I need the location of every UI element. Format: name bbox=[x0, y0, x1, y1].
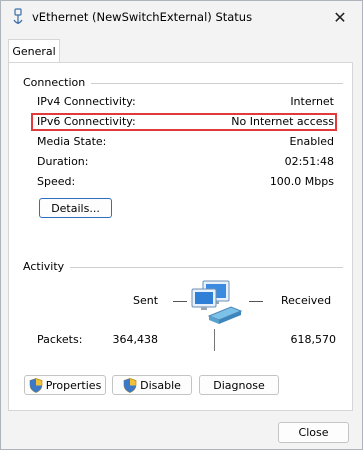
tab-strip: General bbox=[1, 38, 362, 62]
speed-value: 100.0 Mbps bbox=[269, 175, 334, 188]
status-dialog: vEthernet (NewSwitchExternal) Status ✕ G… bbox=[0, 0, 363, 450]
title-close-button[interactable]: ✕ bbox=[318, 1, 362, 33]
connection-row-ipv4: IPv4 Connectivity: Internet bbox=[37, 95, 334, 111]
diagnose-button-label: Diagnose bbox=[213, 378, 265, 392]
network-adapter-icon bbox=[13, 8, 23, 24]
packets-sent-value: 364,438 bbox=[112, 333, 159, 346]
connection-row-ipv6: IPv6 Connectivity: No Internet access bbox=[37, 115, 334, 131]
tab-general-label: General bbox=[12, 44, 56, 58]
duration-value: 02:51:48 bbox=[284, 155, 334, 168]
uac-shield-icon bbox=[29, 377, 43, 393]
disable-button[interactable]: Disable bbox=[112, 375, 192, 395]
close-button-label: Close bbox=[298, 426, 329, 439]
activity-separator bbox=[214, 329, 215, 351]
diagnose-button[interactable]: Diagnose bbox=[199, 375, 279, 395]
media-state-value: Enabled bbox=[289, 135, 334, 148]
close-button[interactable]: Close bbox=[278, 422, 349, 443]
sent-heading: Sent bbox=[133, 294, 159, 307]
details-button-label: Details... bbox=[51, 201, 100, 215]
ipv4-label: IPv4 Connectivity: bbox=[37, 95, 136, 108]
title-bar[interactable]: vEthernet (NewSwitchExternal) Status ✕ bbox=[1, 1, 362, 33]
duration-label: Duration: bbox=[37, 155, 89, 168]
packets-label: Packets: bbox=[37, 333, 83, 346]
network-computers-icon bbox=[191, 280, 243, 324]
properties-button-label: Properties bbox=[45, 378, 102, 392]
window-title: vEthernet (NewSwitchExternal) Status bbox=[32, 10, 253, 24]
connection-heading: Connection bbox=[23, 76, 92, 89]
packets-received-value: 618,570 bbox=[290, 333, 337, 346]
tab-general[interactable]: General bbox=[8, 39, 60, 62]
activity-divider bbox=[23, 267, 343, 268]
ipv4-value: Internet bbox=[290, 95, 334, 108]
received-heading: Received bbox=[281, 294, 332, 307]
disable-button-label: Disable bbox=[140, 378, 181, 392]
details-button[interactable]: Details... bbox=[39, 198, 112, 218]
connection-row-media-state: Media State: Enabled bbox=[37, 135, 334, 151]
received-dash bbox=[249, 301, 263, 302]
media-state-label: Media State: bbox=[37, 135, 107, 148]
sent-dash bbox=[173, 301, 187, 302]
uac-shield-icon bbox=[123, 377, 137, 393]
close-icon: ✕ bbox=[333, 7, 347, 27]
speed-label: Speed: bbox=[37, 175, 76, 188]
connection-row-speed: Speed: 100.0 Mbps bbox=[37, 175, 334, 191]
properties-button[interactable]: Properties bbox=[24, 375, 106, 395]
general-panel: Connection IPv4 Connectivity: Internet I… bbox=[8, 62, 353, 411]
ipv6-value: No Internet access bbox=[231, 115, 334, 128]
activity-heading: Activity bbox=[23, 260, 71, 273]
connection-row-duration: Duration: 02:51:48 bbox=[37, 155, 334, 171]
ipv6-label: IPv6 Connectivity: bbox=[37, 115, 136, 128]
